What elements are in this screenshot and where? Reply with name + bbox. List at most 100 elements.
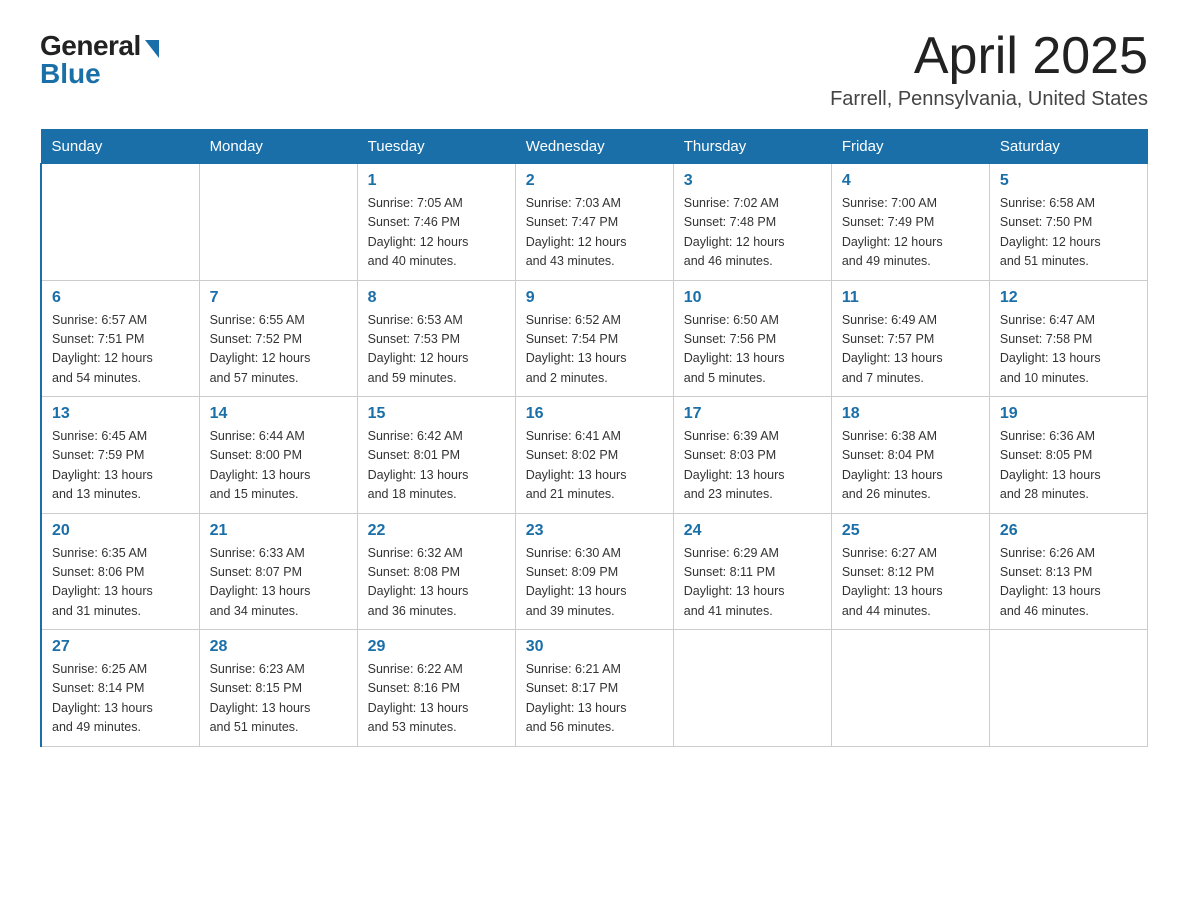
calendar-cell: 24 Sunrise: 6:29 AM Sunset: 8:11 PM Dayli…	[673, 513, 831, 630]
page-header: General Blue April 2025 Farrell, Pennsyl…	[40, 30, 1148, 111]
day-of-week-header: Wednesday	[515, 130, 673, 164]
calendar-week-row: 6 Sunrise: 6:57 AM Sunset: 7:51 PM Daylig…	[41, 280, 1148, 397]
day-of-week-header: Sunday	[41, 130, 199, 164]
month-title: April 2025	[830, 30, 1148, 82]
calendar-cell: 2Sunrise: 7:03 AM Sunset: 7:47 PM Daylig…	[515, 164, 673, 281]
day-info: Sunrise: 7:03 AM Sunset: 7:47 PM Dayligh…	[526, 194, 663, 272]
day-number: 1	[368, 172, 505, 190]
logo-arrow-icon	[145, 40, 159, 58]
calendar-cell: 12 Sunrise: 6:47 AM Sunset: 7:58 PM Dayli…	[989, 280, 1147, 397]
calendar-cell	[673, 630, 831, 747]
day-info: Sunrise: 6:41 AM Sunset: 8:02 PM Dayligh…	[526, 427, 663, 505]
calendar-cell: 29 Sunrise: 6:22 AM Sunset: 8:16 PM Dayli…	[357, 630, 515, 747]
calendar-cell	[831, 630, 989, 747]
day-number: 7	[210, 289, 347, 307]
day-of-week-header: Friday	[831, 130, 989, 164]
day-number: 21	[210, 522, 347, 540]
day-info: Sunrise: 6:50 AM Sunset: 7:56 PM Dayligh…	[684, 311, 821, 389]
calendar-week-row: 27 Sunrise: 6:25 AM Sunset: 8:14 PM Dayli…	[41, 630, 1148, 747]
day-number: 19	[1000, 405, 1137, 423]
day-info: Sunrise: 6:47 AM Sunset: 7:58 PM Dayligh…	[1000, 311, 1137, 389]
calendar-cell: 23 Sunrise: 6:30 AM Sunset: 8:09 PM Dayli…	[515, 513, 673, 630]
day-info: Sunrise: 6:44 AM Sunset: 8:00 PM Dayligh…	[210, 427, 347, 505]
day-number: 23	[526, 522, 663, 540]
day-number: 10	[684, 289, 821, 307]
logo: General Blue	[40, 30, 159, 90]
day-number: 4	[842, 172, 979, 190]
day-info: Sunrise: 6:26 AM Sunset: 8:13 PM Dayligh…	[1000, 544, 1137, 622]
calendar-cell: 13Sunrise: 6:45 AM Sunset: 7:59 PM Dayli…	[41, 397, 199, 514]
day-of-week-header: Monday	[199, 130, 357, 164]
day-info: Sunrise: 6:23 AM Sunset: 8:15 PM Dayligh…	[210, 660, 347, 738]
calendar-header-row: SundayMondayTuesdayWednesdayThursdayFrid…	[41, 130, 1148, 164]
day-of-week-header: Tuesday	[357, 130, 515, 164]
day-number: 22	[368, 522, 505, 540]
day-info: Sunrise: 6:30 AM Sunset: 8:09 PM Dayligh…	[526, 544, 663, 622]
day-number: 17	[684, 405, 821, 423]
day-info: Sunrise: 6:38 AM Sunset: 8:04 PM Dayligh…	[842, 427, 979, 505]
day-number: 25	[842, 522, 979, 540]
calendar-cell: 10 Sunrise: 6:50 AM Sunset: 7:56 PM Dayli…	[673, 280, 831, 397]
calendar-week-row: 20 Sunrise: 6:35 AM Sunset: 8:06 PM Dayli…	[41, 513, 1148, 630]
calendar-cell: 17 Sunrise: 6:39 AM Sunset: 8:03 PM Dayli…	[673, 397, 831, 514]
calendar-cell: 6 Sunrise: 6:57 AM Sunset: 7:51 PM Daylig…	[41, 280, 199, 397]
calendar-cell: 26 Sunrise: 6:26 AM Sunset: 8:13 PM Dayli…	[989, 513, 1147, 630]
day-info: Sunrise: 6:58 AM Sunset: 7:50 PM Dayligh…	[1000, 194, 1137, 272]
calendar-cell: 18 Sunrise: 6:38 AM Sunset: 8:04 PM Dayli…	[831, 397, 989, 514]
calendar-cell: 1Sunrise: 7:05 AM Sunset: 7:46 PM Daylig…	[357, 164, 515, 281]
day-number: 18	[842, 405, 979, 423]
calendar-cell: 7Sunrise: 6:55 AM Sunset: 7:52 PM Daylig…	[199, 280, 357, 397]
title-section: April 2025 Farrell, Pennsylvania, United…	[830, 30, 1148, 111]
calendar-cell: 27 Sunrise: 6:25 AM Sunset: 8:14 PM Dayli…	[41, 630, 199, 747]
day-info: Sunrise: 6:49 AM Sunset: 7:57 PM Dayligh…	[842, 311, 979, 389]
calendar-cell: 4 Sunrise: 7:00 AM Sunset: 7:49 PM Daylig…	[831, 164, 989, 281]
calendar-cell: 16 Sunrise: 6:41 AM Sunset: 8:02 PM Dayli…	[515, 397, 673, 514]
day-number: 26	[1000, 522, 1137, 540]
day-number: 12	[1000, 289, 1137, 307]
day-info: Sunrise: 6:52 AM Sunset: 7:54 PM Dayligh…	[526, 311, 663, 389]
day-number: 8	[368, 289, 505, 307]
calendar-cell: 28Sunrise: 6:23 AM Sunset: 8:15 PM Dayli…	[199, 630, 357, 747]
day-info: Sunrise: 6:36 AM Sunset: 8:05 PM Dayligh…	[1000, 427, 1137, 505]
calendar-cell: 3 Sunrise: 7:02 AM Sunset: 7:48 PM Daylig…	[673, 164, 831, 281]
day-info: Sunrise: 6:39 AM Sunset: 8:03 PM Dayligh…	[684, 427, 821, 505]
day-number: 6	[52, 289, 189, 307]
day-info: Sunrise: 6:42 AM Sunset: 8:01 PM Dayligh…	[368, 427, 505, 505]
calendar-cell: 30 Sunrise: 6:21 AM Sunset: 8:17 PM Dayli…	[515, 630, 673, 747]
day-number: 3	[684, 172, 821, 190]
calendar-cell: 20 Sunrise: 6:35 AM Sunset: 8:06 PM Dayli…	[41, 513, 199, 630]
day-number: 29	[368, 638, 505, 656]
day-info: Sunrise: 7:00 AM Sunset: 7:49 PM Dayligh…	[842, 194, 979, 272]
calendar-cell: 21 Sunrise: 6:33 AM Sunset: 8:07 PM Dayli…	[199, 513, 357, 630]
day-number: 5	[1000, 172, 1137, 190]
day-of-week-header: Saturday	[989, 130, 1147, 164]
day-info: Sunrise: 6:27 AM Sunset: 8:12 PM Dayligh…	[842, 544, 979, 622]
logo-blue-text: Blue	[40, 58, 101, 90]
day-info: Sunrise: 6:29 AM Sunset: 8:11 PM Dayligh…	[684, 544, 821, 622]
day-number: 27	[52, 638, 189, 656]
day-info: Sunrise: 7:02 AM Sunset: 7:48 PM Dayligh…	[684, 194, 821, 272]
calendar-table: SundayMondayTuesdayWednesdayThursdayFrid…	[40, 129, 1148, 747]
day-number: 30	[526, 638, 663, 656]
calendar-cell	[41, 164, 199, 281]
day-info: Sunrise: 6:32 AM Sunset: 8:08 PM Dayligh…	[368, 544, 505, 622]
day-of-week-header: Thursday	[673, 130, 831, 164]
calendar-cell: 14Sunrise: 6:44 AM Sunset: 8:00 PM Dayli…	[199, 397, 357, 514]
calendar-cell: 5 Sunrise: 6:58 AM Sunset: 7:50 PM Daylig…	[989, 164, 1147, 281]
day-info: Sunrise: 6:33 AM Sunset: 8:07 PM Dayligh…	[210, 544, 347, 622]
day-info: Sunrise: 6:35 AM Sunset: 8:06 PM Dayligh…	[52, 544, 189, 622]
day-info: Sunrise: 6:22 AM Sunset: 8:16 PM Dayligh…	[368, 660, 505, 738]
day-info: Sunrise: 6:57 AM Sunset: 7:51 PM Dayligh…	[52, 311, 189, 389]
day-info: Sunrise: 6:25 AM Sunset: 8:14 PM Dayligh…	[52, 660, 189, 738]
calendar-cell: 11Sunrise: 6:49 AM Sunset: 7:57 PM Dayli…	[831, 280, 989, 397]
day-number: 20	[52, 522, 189, 540]
location-text: Farrell, Pennsylvania, United States	[830, 88, 1148, 111]
calendar-cell: 19 Sunrise: 6:36 AM Sunset: 8:05 PM Dayli…	[989, 397, 1147, 514]
calendar-week-row: 13Sunrise: 6:45 AM Sunset: 7:59 PM Dayli…	[41, 397, 1148, 514]
day-number: 16	[526, 405, 663, 423]
day-info: Sunrise: 6:21 AM Sunset: 8:17 PM Dayligh…	[526, 660, 663, 738]
day-number: 9	[526, 289, 663, 307]
calendar-week-row: 1Sunrise: 7:05 AM Sunset: 7:46 PM Daylig…	[41, 164, 1148, 281]
day-number: 15	[368, 405, 505, 423]
day-number: 24	[684, 522, 821, 540]
